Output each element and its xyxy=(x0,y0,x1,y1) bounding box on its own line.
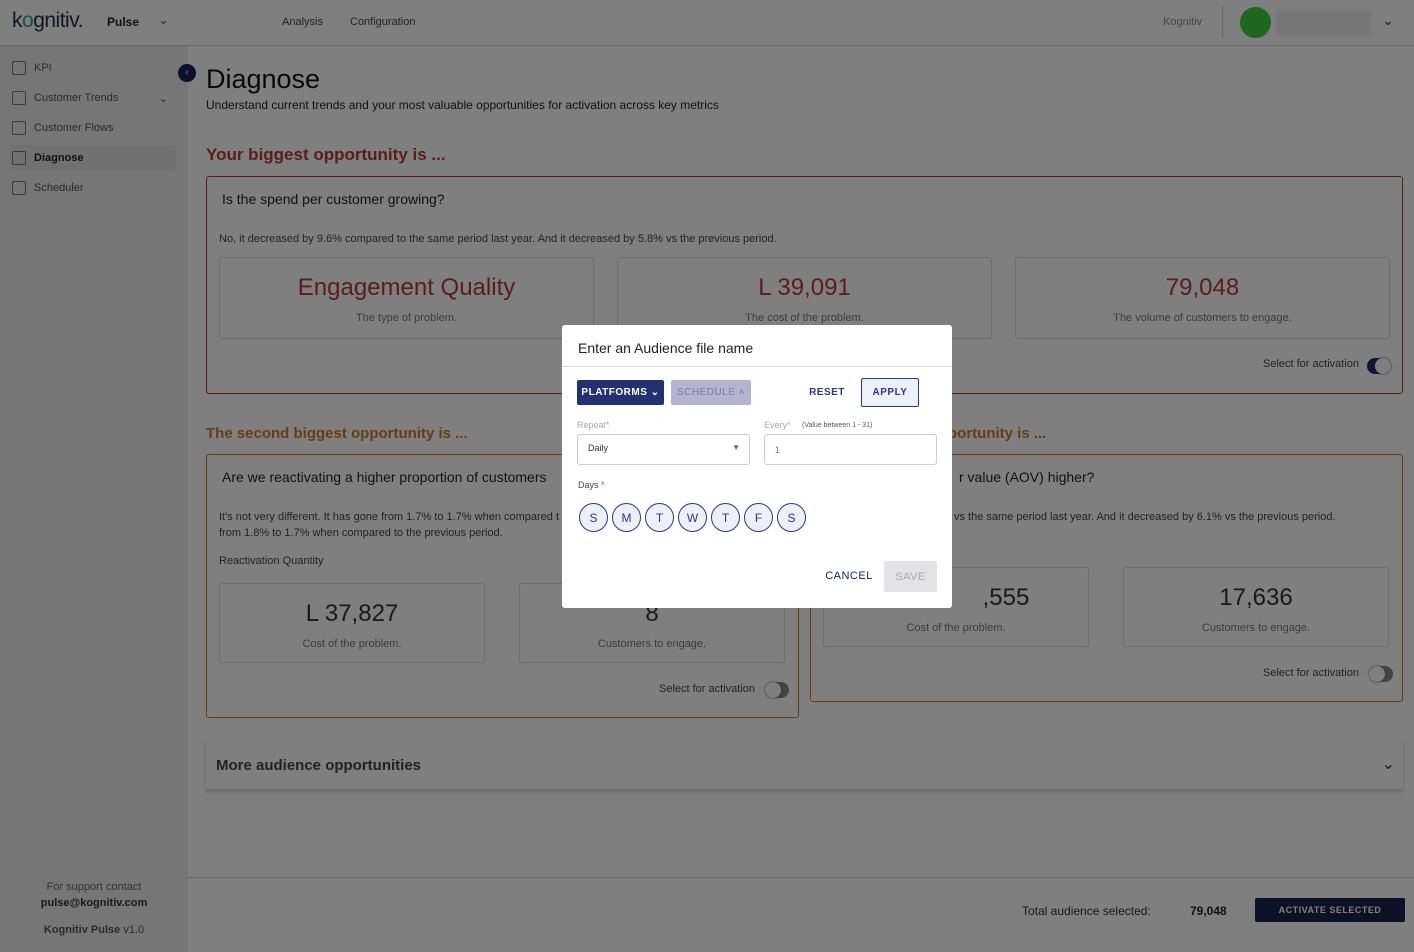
day-sunday[interactable]: S xyxy=(579,503,608,532)
day-saturday[interactable]: S xyxy=(777,503,806,532)
save-button[interactable]: SAVE xyxy=(884,561,937,592)
repeat-value: Daily xyxy=(588,443,609,453)
day-monday[interactable]: M xyxy=(612,503,641,532)
day-thursday[interactable]: T xyxy=(711,503,740,532)
dropdown-arrow-icon: ▼ xyxy=(732,443,740,452)
every-hint: (Value between 1 - 31) xyxy=(802,422,873,429)
every-input[interactable] xyxy=(764,434,937,465)
schedule-button[interactable]: SCHEDULE ˄ xyxy=(671,380,751,405)
day-wednesday[interactable]: W xyxy=(678,503,707,532)
repeat-label: Repeat* xyxy=(577,420,610,430)
reset-button[interactable]: RESET xyxy=(802,380,852,405)
days-label: Days * xyxy=(578,480,605,490)
modal-title: Enter an Audience file name xyxy=(578,340,754,356)
divider xyxy=(562,366,952,367)
day-friday[interactable]: F xyxy=(744,503,773,532)
day-tuesday[interactable]: T xyxy=(645,503,674,532)
platforms-button[interactable]: PLATFORMS ⌄ xyxy=(577,380,664,405)
cancel-button[interactable]: CANCEL xyxy=(820,561,878,591)
every-label: Every* xyxy=(764,420,791,430)
days-picker: S M T W T F S xyxy=(579,503,806,532)
repeat-select[interactable]: Daily ▼ xyxy=(577,434,750,465)
apply-button[interactable]: APPLY xyxy=(861,378,919,407)
audience-file-modal: Enter an Audience file name PLATFORMS ⌄ … xyxy=(562,325,952,608)
